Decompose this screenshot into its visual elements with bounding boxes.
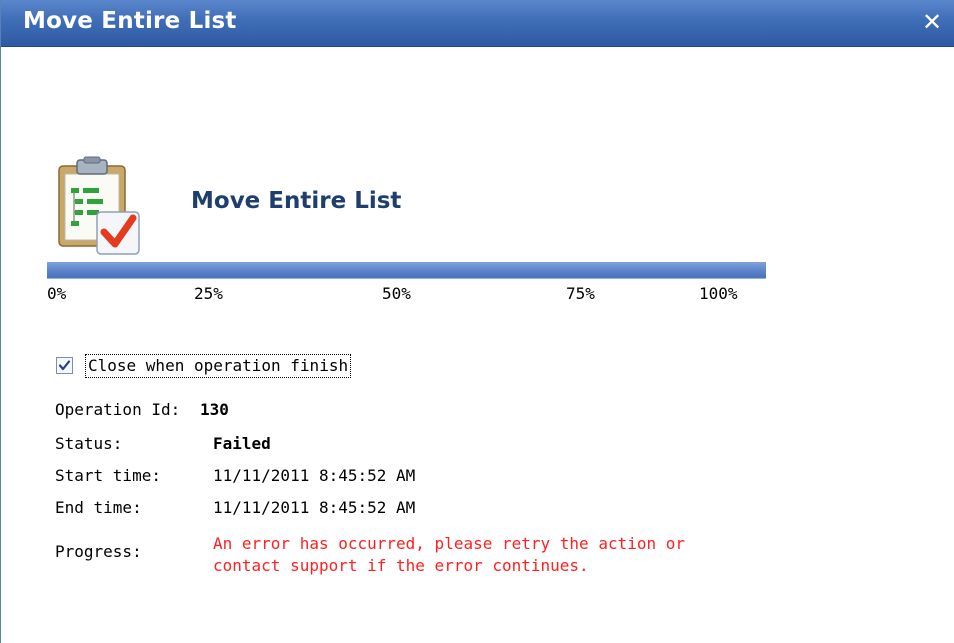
clipboard-check-icon — [58, 156, 140, 255]
status-label: Status: — [55, 434, 123, 453]
error-message-line-2: contact support if the error continues. — [213, 556, 589, 575]
dialog-title: Move Entire List — [23, 8, 237, 34]
progress-tick-25: 25% — [194, 284, 223, 303]
dialog-title-bar: Move Entire List ✕ — [1, 0, 954, 47]
progress-bar-fill — [47, 262, 766, 278]
operation-heading: Move Entire List — [191, 188, 402, 214]
checkmark-icon — [58, 360, 71, 371]
end-time-value: 11/11/2011 8:45:52 AM — [213, 498, 416, 517]
error-message: An error has occurred, please retry the … — [213, 533, 813, 577]
progress-tick-50: 50% — [382, 284, 411, 303]
progress-label: Progress: — [55, 542, 142, 561]
operation-id-label: Operation Id: — [55, 400, 181, 419]
close-when-finish-checkbox[interactable] — [56, 357, 73, 374]
close-icon[interactable]: ✕ — [919, 9, 945, 35]
error-message-line-1: An error has occurred, please retry the … — [213, 534, 686, 553]
start-time-value: 11/11/2011 8:45:52 AM — [213, 466, 416, 485]
progress-bar — [47, 262, 766, 279]
operation-id-value: 130 — [200, 400, 229, 419]
move-entire-list-dialog: Move Entire List ✕ Move Entire List 0% 2… — [0, 0, 954, 643]
status-value: Failed — [213, 434, 271, 453]
end-time-label: End time: — [55, 498, 142, 517]
start-time-label: Start time: — [55, 466, 161, 485]
close-when-finish-label[interactable]: Close when operation finish — [85, 354, 352, 378]
progress-tick-75: 75% — [566, 284, 595, 303]
progress-tick-0: 0% — [47, 284, 67, 303]
progress-tick-100: 100% — [699, 284, 738, 303]
